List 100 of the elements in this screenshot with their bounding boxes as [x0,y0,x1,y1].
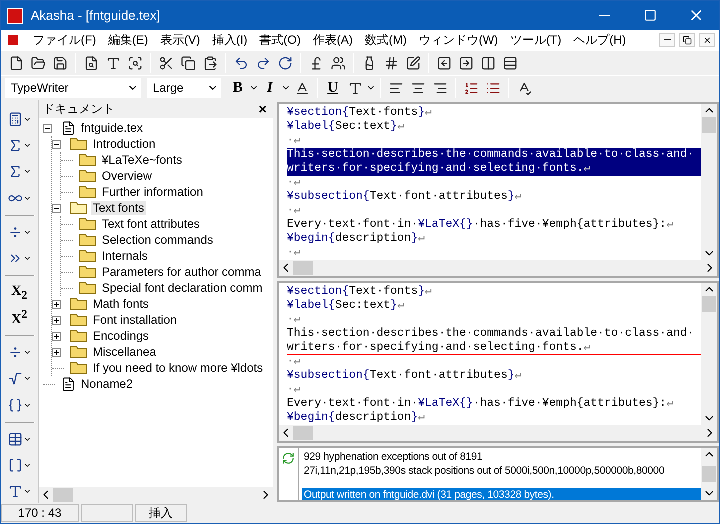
square-root-icon [8,371,22,386]
tree-item[interactable]: Noname2 [79,377,136,391]
code-line: ¥label{Sec:text}↵ [287,120,406,134]
tree-item[interactable]: Further information [100,185,206,199]
hash-icon [384,56,398,70]
status-panel [81,504,133,522]
menu-item[interactable]: ヘルプ(H) [568,30,632,50]
menu-item[interactable]: ウィンドウ(W) [412,30,504,50]
scissors-icon [158,56,174,70]
horizontal-scrollbar[interactable] [39,487,273,503]
menu-item[interactable]: 作表(A) [306,30,359,50]
bullet-list-icon [486,80,500,96]
expand-icon[interactable] [52,300,61,308]
folder-icon [70,329,88,343]
menu-item[interactable]: 編集(E) [102,30,154,50]
scroll-thumb[interactable] [53,488,73,502]
menu-item[interactable]: 数式(M) [358,30,413,50]
collapse-icon[interactable] [52,204,61,212]
size-select[interactable]: Large [147,78,221,98]
tree-item[interactable]: Text font attributes [100,217,202,231]
text-frame-icon [106,56,120,70]
close-icon [702,36,712,44]
tree-item[interactable]: Special font declaration comm [100,281,265,295]
collapse-icon[interactable] [52,140,61,148]
panel-close-button[interactable]: × [258,101,267,117]
tree-item[interactable]: Selection commands [100,233,216,247]
expand-icon[interactable] [52,332,61,340]
rows-icon [502,56,518,70]
open-folder-icon [30,56,46,70]
menu-item[interactable]: 書式(O) [254,30,307,50]
underline-button[interactable]: U [322,77,344,99]
vertical-scrollbar[interactable] [701,448,717,500]
page-search-icon [128,56,142,70]
code-line: writers·for·specifying·and·selecting·fonts.↵ [287,341,701,355]
accent-icon [348,80,362,96]
collapse-icon[interactable] [43,124,52,132]
scroll-thumb[interactable] [702,466,716,482]
folder-icon [70,137,88,151]
font-color-icon [294,80,310,96]
tree-item[interactable]: Font installation [91,313,180,327]
restore-document-button[interactable] [679,33,695,47]
close-document-button[interactable] [699,33,715,47]
tree-item[interactable]: Introduction [91,137,158,151]
tree-item[interactable]: Internals [100,249,150,263]
code-line: ¥subsection{Text·font·attributes}↵ [287,190,523,204]
bold-button[interactable]: B [227,77,249,99]
folder-icon [79,265,97,279]
menu-item[interactable]: 表示(V) [154,30,206,50]
folder-icon [70,345,88,359]
superscript-button[interactable]: X$^{2}$ [2,307,36,330]
code-line: ·↵ [287,313,302,327]
horizontal-scrollbar[interactable] [279,260,717,276]
vertical-scrollbar[interactable] [701,104,717,260]
tree-item[interactable]: Math fonts [91,297,152,311]
minimize-document-button[interactable] [659,33,675,47]
document-logo-icon [7,34,19,46]
horizontal-scrollbar[interactable] [279,425,717,441]
vertical-scrollbar[interactable] [701,283,717,425]
menu-item[interactable]: 挿入(I) [206,30,254,50]
menu-item[interactable]: ツール(T) [504,30,568,50]
scroll-thumb[interactable] [293,261,313,275]
columns-icon [480,56,496,70]
people-icon [330,56,346,70]
expand-icon[interactable] [52,348,61,356]
tree-item[interactable]: If you need to know more ¥ldots [91,361,266,375]
brackets-icon [8,458,22,473]
save-icon [52,56,68,70]
fraction-icon [8,345,22,360]
code-line: ¥section{Text·fonts}↵ [287,106,433,120]
text-icon [8,484,22,499]
code-line: ·↵ [287,204,302,218]
log-line: 929 hyphenation exceptions out of 8191 [303,450,484,464]
tree-item[interactable]: Text fonts [91,201,146,215]
font-select[interactable]: TypeWriter [5,78,141,98]
copy-icon [180,56,196,70]
folder-icon [79,281,97,295]
code-line: ·↵ [287,134,302,148]
expand-icon[interactable] [52,316,61,324]
paste-icon [202,56,218,70]
scroll-thumb[interactable] [702,117,716,133]
subscript-button[interactable]: X$_{2}$ [2,280,36,304]
calculator-icon [8,112,22,128]
tree-item[interactable]: Parameters for author comma [100,265,264,279]
tree-item[interactable]: ¥LaTeXe~fonts [100,153,184,167]
tree-item[interactable]: Miscellanea [91,345,158,359]
tree-item[interactable]: Encodings [91,329,152,343]
folder-icon [79,217,97,231]
folder-icon [79,169,97,183]
folder-icon [79,185,97,199]
refresh-icon[interactable] [282,452,295,465]
scroll-thumb[interactable] [293,426,313,440]
folder-icon [79,233,97,247]
tree-item[interactable]: fntguide.tex [79,121,146,135]
tree-item[interactable]: Overview [100,169,154,183]
code-line: ¥label{Sec:text}↵ [287,299,406,313]
window-title: Akasha - [fntguide.tex] [31,8,162,23]
scroll-thumb[interactable] [702,296,716,312]
open-folder-icon [70,201,88,215]
italic-button[interactable]: I [259,77,281,99]
menu-item[interactable]: ファイル(F) [27,30,102,50]
